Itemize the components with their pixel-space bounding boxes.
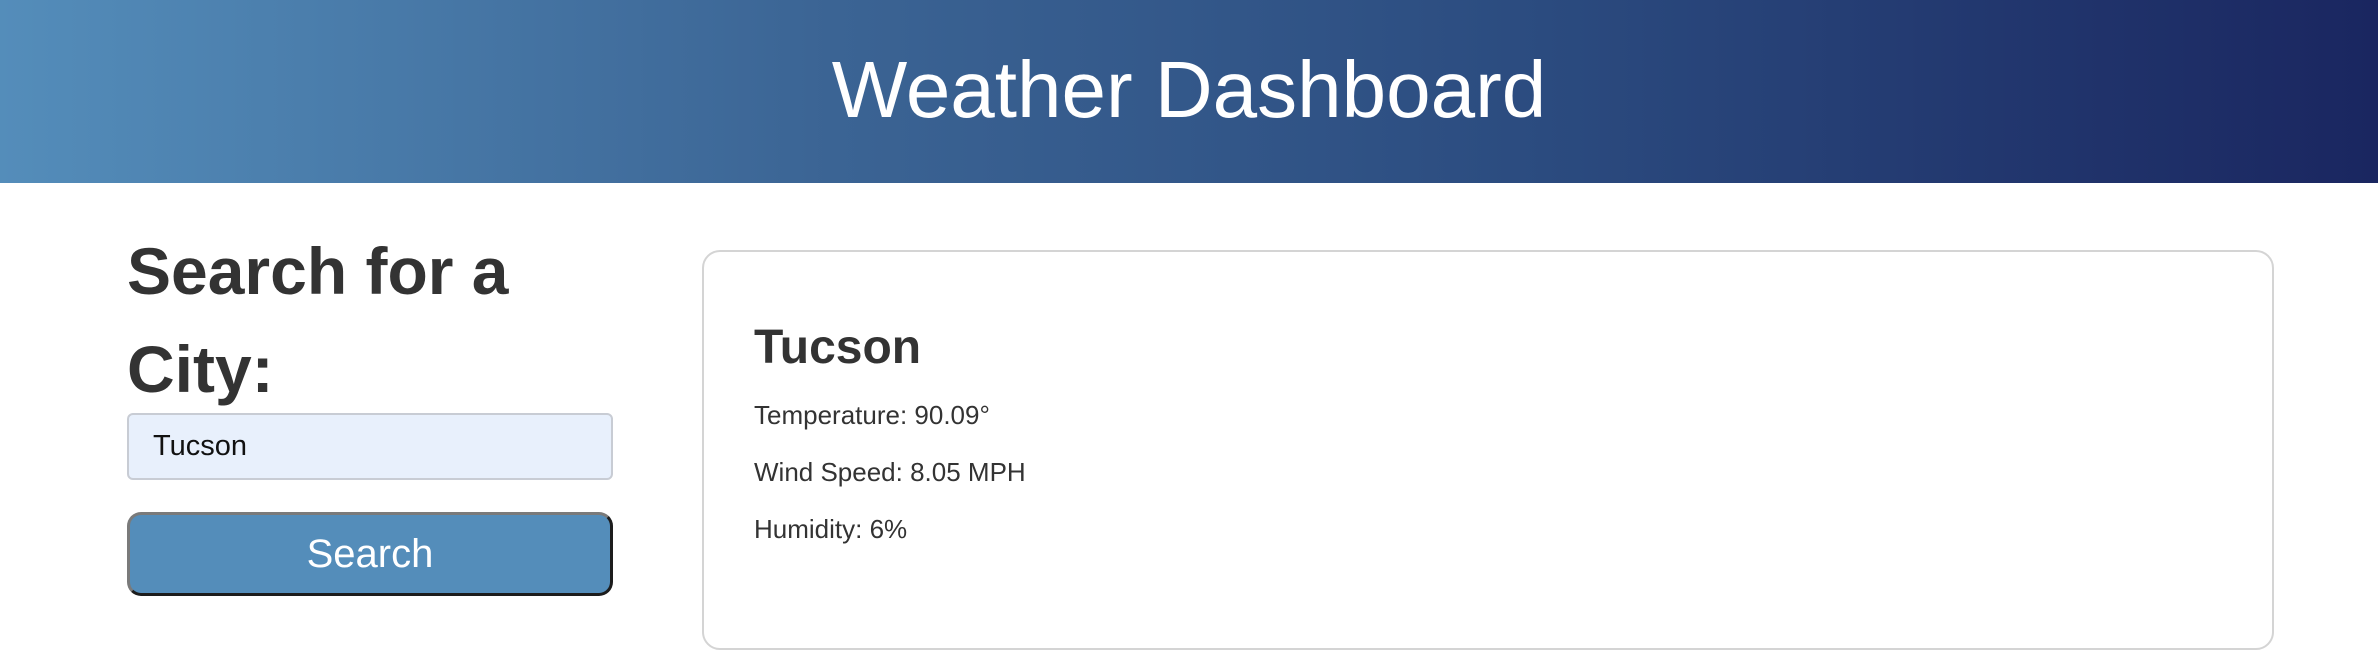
search-heading: Search for a City: — [127, 234, 509, 406]
temperature-text: Temperature: 90.09° — [754, 400, 990, 430]
humidity-text: Humidity: 6% — [754, 514, 908, 544]
page-title: Weather Dashboard — [831, 44, 1547, 134]
wind-speed-text: Wind Speed: 8.05 MPH — [754, 457, 1026, 487]
search-button[interactable]: Search — [127, 512, 613, 596]
city-search-input[interactable] — [127, 413, 613, 480]
current-weather-card: Tucson Temperature: 90.09° Wind Speed: 8… — [702, 250, 2274, 650]
header-banner: Weather Dashboard — [0, 0, 2378, 183]
city-name: Tucson — [754, 321, 922, 374]
search-panel: Search for a City: Search — [127, 222, 613, 596]
